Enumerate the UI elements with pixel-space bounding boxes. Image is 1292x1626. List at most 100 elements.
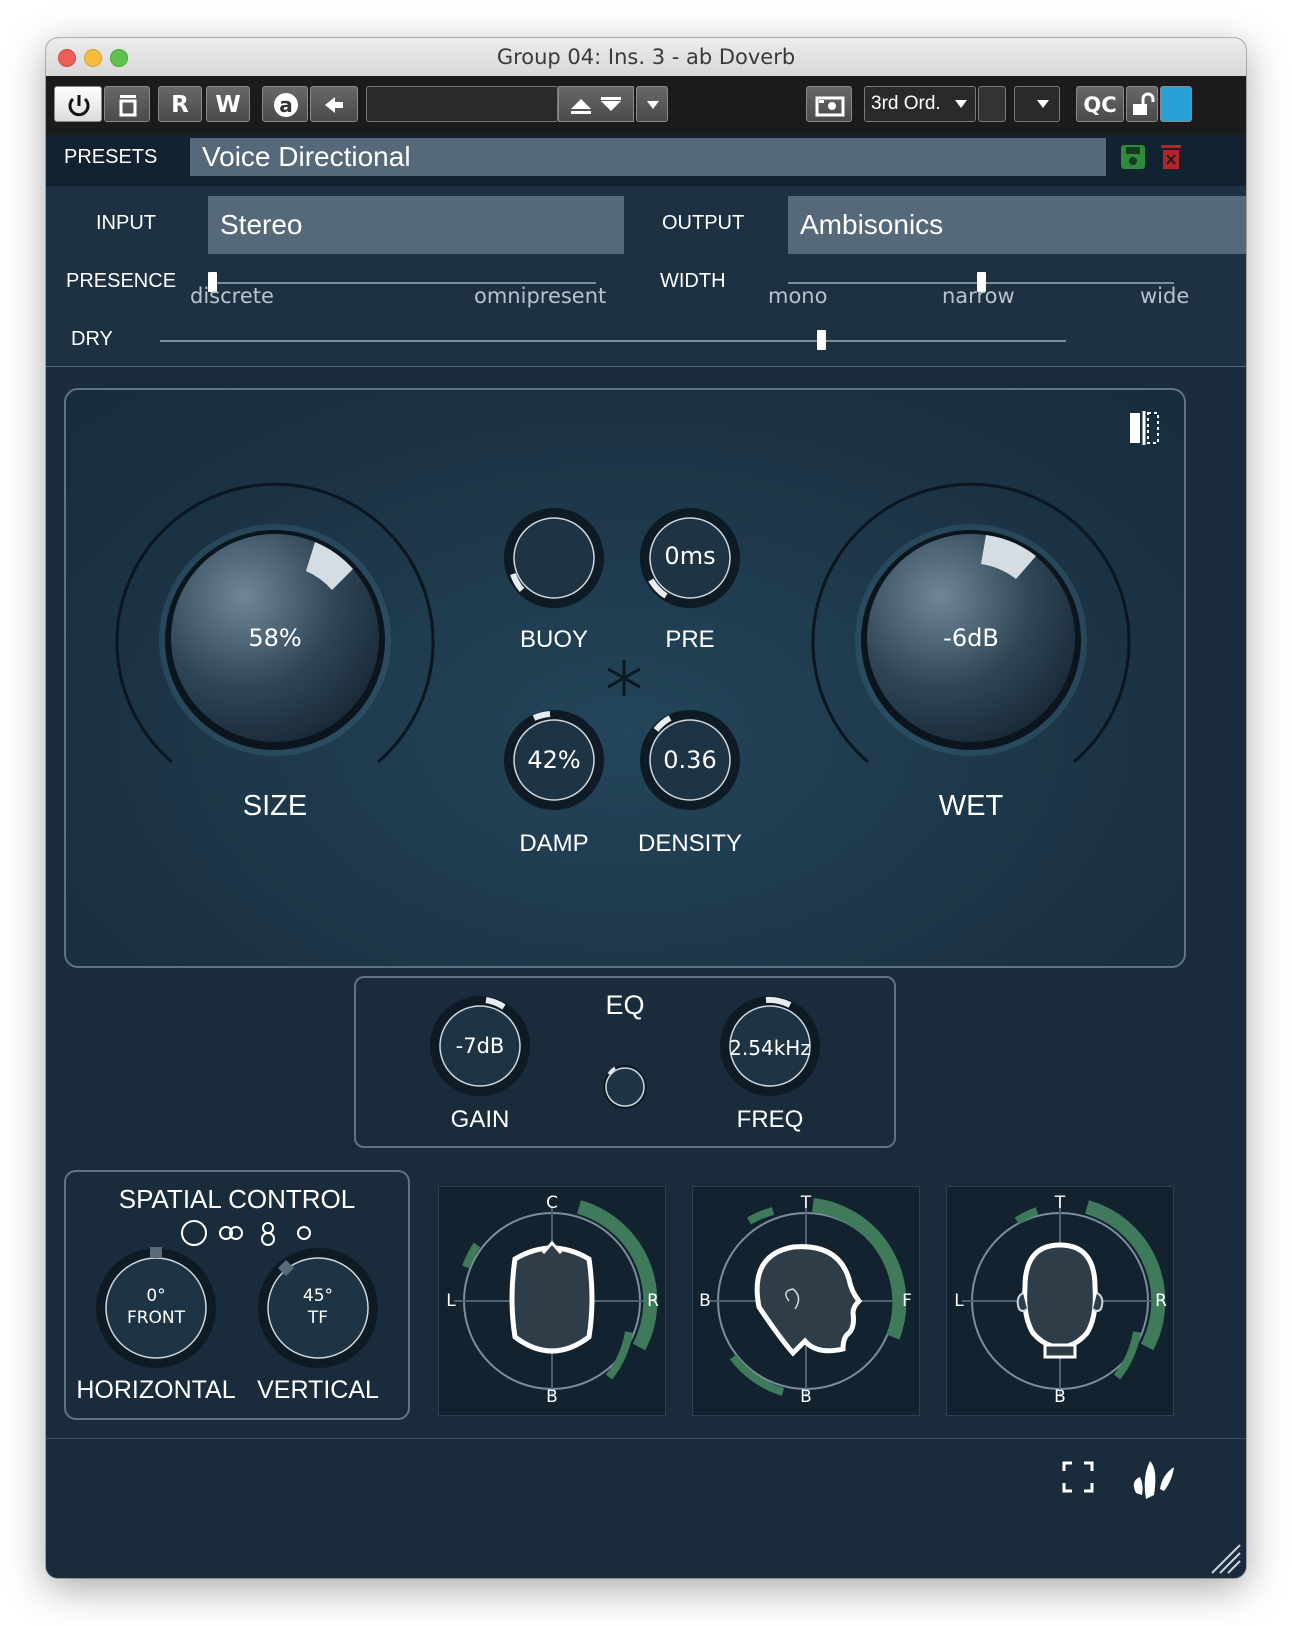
presets-label: PRESETS xyxy=(64,146,158,168)
omni-pattern-icon xyxy=(181,1220,207,1246)
top-view-top-label: C xyxy=(546,1193,558,1213)
copy-settings-button[interactable] xyxy=(310,86,358,122)
eq-freq-label: FREQ xyxy=(736,1106,804,1133)
bypass-button[interactable] xyxy=(104,86,150,122)
buoy-label: BUOY xyxy=(519,626,588,653)
unlock-icon xyxy=(1133,92,1155,115)
front-view-right-label: R xyxy=(1155,1291,1167,1311)
lock-button[interactable] xyxy=(1126,86,1158,122)
side-view-bottom-label: B xyxy=(800,1387,812,1407)
damp-label: DAMP xyxy=(519,830,589,857)
color-button[interactable] xyxy=(1160,86,1192,122)
pre-value: 0ms xyxy=(664,542,716,570)
figure-eight-vertical-icon xyxy=(262,1222,274,1234)
preset-name-display[interactable] xyxy=(366,86,558,122)
preset-selector[interactable]: Voice Directional xyxy=(190,138,1106,176)
input-label: INPUT xyxy=(96,212,156,234)
top-view-right-label: R xyxy=(647,1291,659,1311)
power-icon xyxy=(68,95,90,117)
a-b-compare-button[interactable]: a xyxy=(262,86,308,122)
density-value: 0.36 xyxy=(663,746,717,774)
vertical-value-direction: TF xyxy=(307,1308,329,1328)
quick-controls-button[interactable]: QC xyxy=(1076,86,1124,122)
vertical-label: VERTICAL xyxy=(257,1376,379,1404)
host-toolbar: R W a 3rd Ord. QC xyxy=(46,76,1246,134)
spatial-title: SPATIAL CONTROL xyxy=(118,1184,356,1214)
wet-value: -6dB xyxy=(943,624,999,652)
polar-pattern-selector[interactable] xyxy=(162,1218,322,1248)
side-view-display[interactable]: T B F B xyxy=(692,1186,920,1416)
output-label: OUTPUT xyxy=(662,212,745,234)
output-format-selector[interactable]: Ambisonics xyxy=(788,196,1246,254)
plugin-window: Group 04: Ins. 3 - ab Doverb R W a 3rd O… xyxy=(46,38,1246,1578)
top-view-bottom-label: B xyxy=(546,1387,558,1407)
horizontal-value-angle: 0° xyxy=(146,1286,166,1306)
front-view-display[interactable]: T L R B xyxy=(946,1186,1174,1416)
width-narrow-label: narrow xyxy=(942,284,1015,308)
top-view-left-label: L xyxy=(446,1291,456,1311)
fullscreen-icon[interactable] xyxy=(1062,1461,1094,1493)
width-mono-label: mono xyxy=(768,284,828,308)
side-view-head-icon xyxy=(708,1198,907,1397)
vertical-value-angle: 45° xyxy=(302,1286,334,1306)
presence-min-label: discrete xyxy=(190,284,274,308)
up-down-arrows-icon xyxy=(571,97,621,114)
front-view-head-icon xyxy=(962,1200,1166,1397)
eq-gain-value: -7dB xyxy=(455,1034,505,1058)
spatial-control-panel: SPATIAL CONTROL 0° FRONT HORIZONTAL 45° … xyxy=(64,1170,410,1420)
delete-preset-icon[interactable] xyxy=(1160,144,1182,170)
cardioid-pattern-icon xyxy=(297,1226,311,1240)
triangle-down-icon xyxy=(955,100,967,108)
brand-logo-icon xyxy=(1133,1461,1174,1499)
snapshot-button[interactable] xyxy=(806,86,852,122)
front-view-top-label: T xyxy=(1054,1193,1066,1213)
resize-grip-icon[interactable] xyxy=(1206,1539,1242,1575)
input-format-selector[interactable]: Stereo xyxy=(208,196,624,254)
wet-label: WET xyxy=(938,790,1004,822)
presets-bar: PRESETS Voice Directional xyxy=(46,134,1246,186)
save-preset-icon[interactable] xyxy=(1120,144,1146,170)
horizontal-label: HORIZONTAL xyxy=(76,1376,236,1404)
eq-gain-label: GAIN xyxy=(450,1106,510,1133)
front-view-bottom-label: B xyxy=(1054,1387,1066,1407)
preset-nav-buttons[interactable] xyxy=(558,86,634,122)
freeze-snowflake-icon[interactable] xyxy=(604,658,644,698)
side-view-top-label: T xyxy=(800,1193,812,1213)
side-view-right-label: F xyxy=(902,1291,912,1311)
side-chain-toggle[interactable] xyxy=(978,86,1006,122)
bypass-icon xyxy=(119,95,137,117)
io-section: INPUT Stereo OUTPUT Ambisonics PRESENCE … xyxy=(46,186,1246,367)
width-label: WIDTH xyxy=(660,270,726,292)
eq-panel: EQ -7dB GAIN 2.54kHz FREQ xyxy=(354,976,896,1148)
triangle-down-icon xyxy=(1037,100,1049,108)
pre-label: PRE xyxy=(665,626,715,653)
ambisonic-order-dropdown[interactable]: 3rd Ord. xyxy=(864,86,976,122)
dry-slider-track[interactable] xyxy=(160,340,1066,342)
eq-freq-value: 2.54kHz xyxy=(729,1036,811,1060)
size-value: 58% xyxy=(248,624,302,652)
write-automation-button[interactable]: W xyxy=(206,86,250,122)
preset-menu-button[interactable] xyxy=(636,86,668,122)
dry-label: DRY xyxy=(71,328,113,350)
size-label: SIZE xyxy=(242,790,308,822)
horizontal-value-direction: FRONT xyxy=(126,1308,186,1328)
buoy-knob[interactable] xyxy=(502,506,606,610)
presence-label: PRESENCE xyxy=(66,270,177,292)
arrow-left-icon xyxy=(325,97,343,113)
side-view-left-label: B xyxy=(699,1291,711,1311)
front-view-left-label: L xyxy=(954,1291,964,1311)
dry-slider-thumb[interactable] xyxy=(817,330,827,350)
reverb-panel: 58% SIZE -6dB WET BUOY 0ms PRE 42% DAMP … xyxy=(64,388,1186,968)
read-automation-button[interactable]: R xyxy=(158,86,202,122)
camera-icon xyxy=(815,96,845,117)
routing-dropdown[interactable] xyxy=(1014,86,1060,122)
presence-max-label: omnipresent xyxy=(474,284,607,308)
damp-value: 42% xyxy=(527,746,581,774)
eq-mode-knob[interactable] xyxy=(600,1062,650,1112)
triangle-down-icon xyxy=(647,101,659,109)
power-button[interactable] xyxy=(54,86,102,122)
top-view-head-icon xyxy=(454,1200,658,1397)
split-view-icon[interactable] xyxy=(1128,410,1162,446)
top-view-display[interactable]: C L R B xyxy=(438,1186,666,1416)
bottom-bar xyxy=(46,1438,1246,1578)
